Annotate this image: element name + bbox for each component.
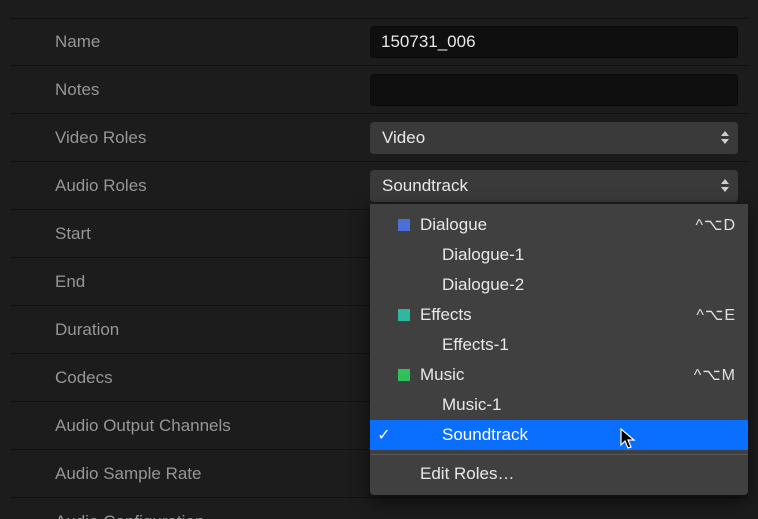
value-cell-notes (370, 74, 748, 106)
label-audio-sample-rate: Audio Sample Rate (10, 464, 370, 484)
menu-item-edit-roles[interactable]: Edit Roles… (370, 459, 748, 489)
menu-item-effects-1[interactable]: Effects-1 (370, 330, 748, 360)
role-color-swatch (398, 309, 410, 321)
menu-item-label: Music-1 (420, 395, 736, 415)
value-cell-name (370, 26, 748, 58)
audio-roles-popup[interactable]: Soundtrack (370, 170, 738, 202)
menu-item-label: Music (420, 365, 674, 385)
audio-roles-menu[interactable]: Dialogue^⌥DDialogue-1Dialogue-2Effects^⌥… (370, 204, 748, 495)
updown-icon (718, 128, 732, 148)
menu-item-label: Effects-1 (420, 335, 736, 355)
label-codecs: Codecs (10, 368, 370, 388)
role-color-swatch (398, 339, 410, 351)
label-video-roles: Video Roles (10, 128, 370, 148)
label-duration: Duration (10, 320, 370, 340)
check-icon: ✓ (370, 425, 398, 445)
role-color-swatch (398, 249, 410, 261)
menu-item-music[interactable]: Music^⌥M (370, 360, 748, 390)
label-audio-output-channels: Audio Output Channels (10, 416, 370, 436)
menu-item-label: Edit Roles… (420, 464, 736, 484)
video-roles-value: Video (382, 128, 425, 147)
notes-input[interactable] (370, 74, 738, 106)
menu-item-shortcut: ^⌥M (674, 365, 736, 385)
row-name: Name (10, 18, 748, 66)
label-audio-configuration: Audio Configuration (10, 512, 370, 519)
value-cell-audio-roles: Soundtrack Dialogue^⌥DDialogue-1Dialogue… (370, 170, 748, 202)
audio-roles-value: Soundtrack (382, 176, 468, 195)
menu-item-soundtrack[interactable]: ✓ Soundtrack (370, 420, 748, 450)
row-audio-configuration: Audio Configuration (10, 498, 748, 519)
role-color-swatch (398, 369, 410, 381)
label-start: Start (10, 224, 370, 244)
row-audio-roles: Audio Roles Soundtrack Dialogue^⌥DDialog… (10, 162, 748, 210)
menu-item-label: Effects (420, 305, 676, 325)
row-video-roles: Video Roles Video (10, 114, 748, 162)
menu-item-label: Dialogue-1 (420, 245, 736, 265)
menu-item-music-1[interactable]: Music-1 (370, 390, 748, 420)
label-notes: Notes (10, 80, 370, 100)
label-end: End (10, 272, 370, 292)
row-notes: Notes (10, 66, 748, 114)
role-color-swatch (398, 468, 410, 480)
menu-item-label: Dialogue-2 (420, 275, 736, 295)
menu-item-dialogue[interactable]: Dialogue^⌥D (370, 210, 748, 240)
label-name: Name (10, 32, 370, 52)
role-color-swatch (398, 219, 410, 231)
role-color-swatch (398, 279, 410, 291)
label-audio-roles: Audio Roles (10, 176, 370, 196)
menu-item-effects[interactable]: Effects^⌥E (370, 300, 748, 330)
menu-item-shortcut: ^⌥D (676, 215, 737, 235)
menu-item-dialogue-2[interactable]: Dialogue-2 (370, 270, 748, 300)
menu-item-dialogue-1[interactable]: Dialogue-1 (370, 240, 748, 270)
value-cell-video-roles: Video (370, 122, 748, 154)
menu-item-label: Soundtrack (420, 425, 736, 445)
role-color-swatch (398, 429, 410, 441)
video-roles-popup[interactable]: Video (370, 122, 738, 154)
menu-separator (370, 454, 748, 455)
inspector-panel: Name Notes Video Roles Video Audio Roles… (0, 0, 758, 519)
menu-item-shortcut: ^⌥E (676, 305, 736, 325)
menu-item-label: Dialogue (420, 215, 676, 235)
role-color-swatch (398, 399, 410, 411)
name-input[interactable] (370, 26, 738, 58)
updown-icon (718, 176, 732, 196)
